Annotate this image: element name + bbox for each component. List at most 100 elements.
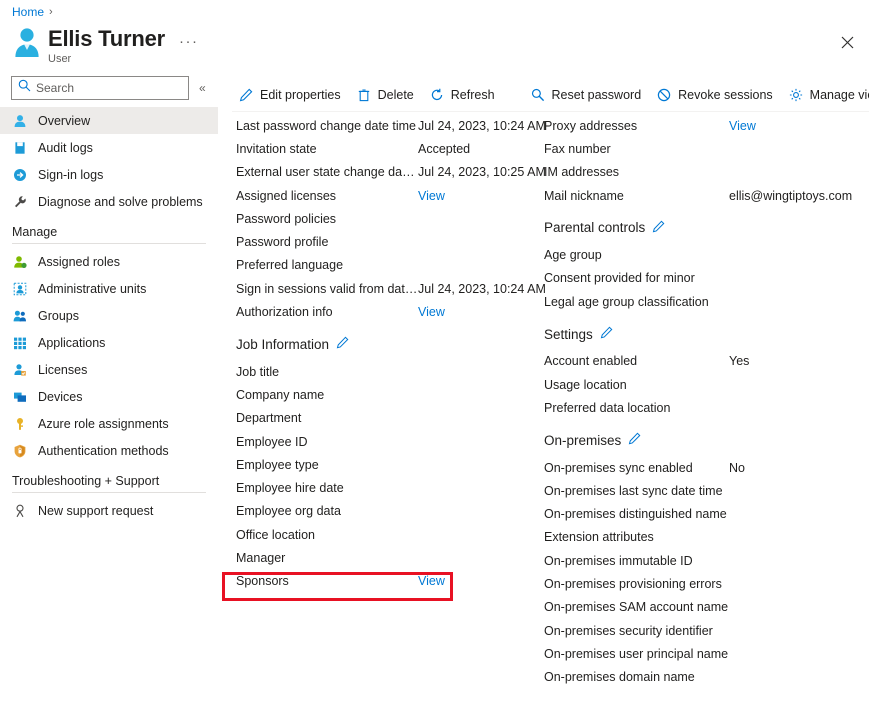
sidebar-item-label: Diagnose and solve problems bbox=[38, 194, 203, 209]
sidebar-item-diagnose-and-solve-problems[interactable]: Diagnose and solve problems bbox=[0, 188, 218, 215]
search-input[interactable] bbox=[36, 81, 176, 95]
applications-grid-icon bbox=[12, 335, 28, 351]
sidebar-item-label: Authentication methods bbox=[38, 443, 169, 458]
property-label: On-premises distinguished name bbox=[544, 507, 727, 522]
toolbar-button-label: Manage view bbox=[809, 88, 869, 102]
sidebar-item-label: Applications bbox=[38, 335, 106, 350]
administrative-units-icon bbox=[12, 281, 28, 297]
pencil-icon[interactable] bbox=[600, 326, 613, 342]
sidebar-item-label: Groups bbox=[38, 308, 79, 323]
sidebar-item-licenses[interactable]: Licenses bbox=[0, 356, 218, 383]
pencil-icon bbox=[238, 87, 254, 103]
page-header: Ellis Turner ··· User bbox=[12, 26, 199, 65]
sidebar-item-applications[interactable]: Applications bbox=[0, 329, 218, 356]
property-row: Mail nickname ellis@wingtiptoys.com bbox=[544, 184, 864, 207]
property-value: Jul 24, 2023, 10:24 AM bbox=[418, 281, 546, 296]
sidebar-item-new-support-request[interactable]: New support request bbox=[0, 497, 218, 524]
search-icon bbox=[18, 79, 31, 97]
property-label: Legal age group classification bbox=[544, 294, 709, 309]
property-row: Last password change date time Jul 24, 2… bbox=[236, 114, 546, 137]
property-label: Employee type bbox=[236, 457, 319, 472]
property-row: Extension attributes bbox=[544, 526, 864, 549]
sidebar-item-sign-in-logs[interactable]: Sign-in logs bbox=[0, 161, 218, 188]
edit-properties-button[interactable]: Edit properties bbox=[232, 82, 350, 108]
property-label: Employee ID bbox=[236, 434, 308, 449]
property-row: Fax number bbox=[544, 137, 864, 160]
sponsors-view-link[interactable]: View bbox=[418, 574, 445, 588]
sidebar-item-groups[interactable]: Groups bbox=[0, 302, 218, 329]
property-row: Manager bbox=[236, 546, 536, 569]
sidebar-item-devices[interactable]: Devices bbox=[0, 383, 218, 410]
pencil-icon[interactable] bbox=[652, 220, 665, 236]
property-label: Authorization info bbox=[236, 305, 333, 320]
property-row: Sign in sessions valid from date ... Jul… bbox=[236, 277, 546, 300]
sidebar-item-label: Licenses bbox=[38, 362, 88, 377]
toolbar-button-label: Edit properties bbox=[260, 88, 341, 102]
sidebar-item-audit-logs[interactable]: Audit logs bbox=[0, 134, 218, 161]
toolbar-button-label: Revoke sessions bbox=[678, 88, 773, 102]
property-label: Proxy addresses bbox=[544, 118, 638, 133]
property-row: Employee ID bbox=[236, 430, 536, 453]
sidebar-divider bbox=[12, 243, 206, 244]
property-label: On-premises domain name bbox=[544, 670, 695, 685]
property-row-sponsors: Sponsors View bbox=[236, 570, 536, 593]
property-label: Sponsors bbox=[236, 574, 289, 589]
manage-view-button[interactable]: Manage view bbox=[782, 82, 869, 108]
audit-log-icon bbox=[12, 140, 28, 156]
reset-password-button[interactable]: Reset password bbox=[524, 82, 651, 108]
sidebar-item-assigned-roles[interactable]: Assigned roles bbox=[0, 248, 218, 275]
property-value-link[interactable]: View bbox=[418, 305, 445, 319]
sidebar-nav-list: Overview Audit logs Sign-in logs Diagnos… bbox=[0, 107, 220, 524]
breadcrumb-home[interactable]: Home bbox=[12, 5, 44, 19]
chevron-double-left-icon[interactable]: « bbox=[199, 81, 206, 95]
delete-button[interactable]: Delete bbox=[350, 82, 423, 108]
property-label: Job title bbox=[236, 364, 280, 379]
search-box[interactable] bbox=[11, 76, 189, 100]
property-value-link[interactable]: View bbox=[418, 189, 445, 203]
left-property-column: Last password change date time Jul 24, 2… bbox=[236, 114, 546, 593]
sidebar-group-troubleshooting: Troubleshooting + Support bbox=[12, 474, 160, 488]
property-row: Proxy addresses View bbox=[544, 114, 864, 137]
property-row: Employee type bbox=[236, 453, 536, 476]
sidebar-item-overview[interactable]: Overview bbox=[0, 107, 218, 134]
pencil-icon[interactable] bbox=[628, 432, 641, 448]
page-title: Ellis Turner bbox=[48, 26, 165, 51]
property-label: On-premises provisioning errors bbox=[544, 576, 722, 591]
property-value-link[interactable]: View bbox=[729, 119, 756, 133]
property-value: Accepted bbox=[418, 141, 471, 156]
refresh-icon bbox=[429, 87, 445, 103]
sidebar-item-administrative-units[interactable]: Administrative units bbox=[0, 275, 218, 302]
pencil-icon[interactable] bbox=[336, 336, 349, 352]
property-value: Jul 24, 2023, 10:24 AM bbox=[418, 118, 546, 133]
section-title: Settings bbox=[544, 326, 593, 342]
property-label: Mail nickname bbox=[544, 188, 624, 203]
sidebar-item-label: New support request bbox=[38, 503, 154, 518]
property-label: Office location bbox=[236, 527, 315, 542]
property-row: On-premises provisioning errors bbox=[544, 572, 864, 595]
property-row: Authorization info View bbox=[236, 300, 536, 323]
property-row: Preferred language bbox=[236, 254, 536, 277]
breadcrumb: Home › bbox=[12, 5, 53, 19]
property-label: External user state change date ... bbox=[236, 165, 418, 180]
property-row: Consent provided for minor bbox=[544, 267, 864, 290]
block-circle-icon bbox=[656, 87, 672, 103]
property-row: Legal age group classification bbox=[544, 290, 864, 313]
revoke-sessions-button[interactable]: Revoke sessions bbox=[650, 82, 782, 108]
property-row: Password policies bbox=[236, 207, 536, 230]
gear-icon bbox=[788, 87, 804, 103]
section-header-settings: Settings bbox=[544, 322, 864, 345]
header-more-menu-button[interactable]: ··· bbox=[179, 29, 199, 49]
property-value: Jul 24, 2023, 10:25 AM bbox=[418, 165, 546, 180]
trash-icon bbox=[356, 87, 372, 103]
sign-in-icon bbox=[12, 167, 28, 183]
refresh-button[interactable]: Refresh bbox=[423, 82, 504, 108]
sidebar-item-azure-role-assignments[interactable]: Azure role assignments bbox=[0, 410, 218, 437]
property-label: On-premises last sync date time bbox=[544, 483, 723, 498]
section-header-on-premises: On-premises bbox=[544, 429, 864, 452]
close-button[interactable] bbox=[833, 28, 861, 56]
shield-lock-icon bbox=[12, 443, 28, 459]
toolbar-divider bbox=[232, 111, 869, 112]
azure-user-overview-page: Home › Ellis Turner ··· User Search « Ov… bbox=[0, 0, 869, 702]
sidebar-item-authentication-methods[interactable]: Authentication methods bbox=[0, 437, 218, 464]
property-row: Preferred data location bbox=[544, 396, 864, 419]
